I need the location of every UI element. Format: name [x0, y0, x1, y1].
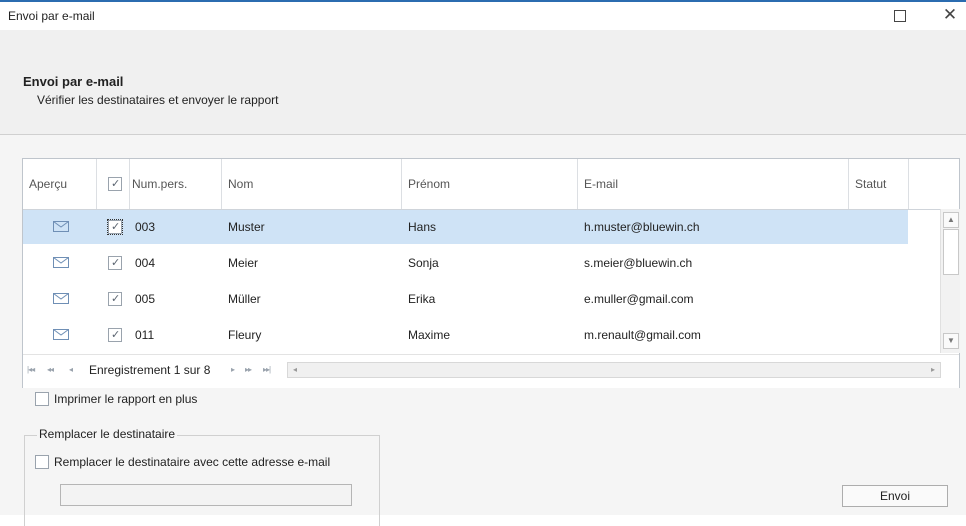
next-page-icon[interactable]: ▸▸ [245, 365, 252, 374]
scroll-left-icon[interactable]: ◂ [289, 364, 301, 376]
mail-preview-icon[interactable] [53, 257, 69, 268]
email-dialog: Envoi par e-mail ✕ Envoi par e-mail Véri… [0, 0, 966, 526]
column-num-label: Num.pers. [132, 177, 188, 191]
check-icon: ✓ [111, 178, 121, 190]
row-checkbox[interactable]: ✓ [108, 256, 122, 270]
column-email-label: E-mail [584, 177, 619, 191]
column-prenom[interactable]: Prénom [402, 159, 578, 209]
cell-email: e.muller@gmail.com [584, 292, 694, 306]
dialog-header: Envoi par e-mail Vérifier les destinatai… [0, 30, 966, 135]
select-all-checkbox[interactable]: ✓ [108, 177, 122, 191]
maximize-icon [894, 10, 906, 22]
table-row[interactable]: ✓ 011 Fleury Maxime m.renault@gmail.com [23, 318, 908, 352]
last-record-icon[interactable]: ▸▸| [263, 365, 271, 374]
column-nom[interactable]: Nom [222, 159, 402, 209]
close-button[interactable]: ✕ [940, 5, 960, 25]
record-navigator: |◂◂ ◂◂ ◂ Enregistrement 1 sur 8 ▸ ▸▸ ▸▸|… [23, 354, 959, 388]
cell-prenom: Sonja [408, 256, 439, 270]
grid-header: Aperçu ✓ Num.pers. Nom Prénom E-mail Sta… [23, 159, 959, 210]
cell-num: 004 [135, 256, 156, 270]
check-icon: ✓ [111, 221, 121, 233]
mail-preview-icon[interactable] [53, 293, 69, 304]
cell-prenom: Maxime [408, 328, 451, 342]
column-statut-label: Statut [855, 177, 887, 191]
cell-prenom: Hans [408, 220, 437, 234]
cell-num: 003 [135, 220, 156, 234]
scroll-up-icon[interactable]: ▲ [943, 212, 959, 228]
check-icon: ✓ [111, 293, 121, 305]
header-title: Envoi par e-mail [23, 74, 124, 89]
column-nom-label: Nom [228, 177, 254, 191]
scroll-down-icon[interactable]: ▼ [943, 333, 959, 349]
column-select[interactable]: ✓ [97, 159, 130, 209]
cell-nom: Meier [228, 256, 259, 270]
first-record-icon[interactable]: |◂◂ [27, 365, 35, 374]
cell-email: h.muster@bluewin.ch [584, 220, 700, 234]
record-counter: Enregistrement 1 sur 8 [89, 363, 211, 377]
cell-prenom: Erika [408, 292, 436, 306]
replace-recipient-group-label: Remplacer le destinataire [37, 427, 178, 441]
print-report-label: Imprimer le rapport en plus [54, 392, 198, 406]
row-checkbox[interactable]: ✓ [108, 328, 122, 342]
cell-nom: Fleury [228, 328, 262, 342]
check-icon: ✓ [111, 257, 121, 269]
replace-recipient-label: Remplacer le destinataire avec cette adr… [54, 455, 331, 469]
cell-nom: Müller [228, 292, 261, 306]
print-report-checkbox[interactable] [35, 392, 49, 406]
table-row[interactable]: ✓ 003 Muster Hans h.muster@bluewin.ch [23, 210, 908, 244]
mail-preview-icon[interactable] [53, 221, 69, 232]
column-apercu-label: Aperçu [29, 177, 68, 191]
previous-page-icon[interactable]: ◂◂ [47, 365, 54, 374]
replace-recipient-checkbox[interactable] [35, 455, 49, 469]
maximize-button[interactable] [890, 6, 910, 26]
window-title: Envoi par e-mail [8, 9, 95, 23]
previous-record-icon[interactable]: ◂ [69, 365, 73, 374]
scroll-right-icon[interactable]: ▸ [927, 364, 939, 376]
send-button[interactable]: Envoi [842, 485, 948, 507]
cell-num: 005 [135, 292, 156, 306]
next-record-icon[interactable]: ▸ [231, 365, 235, 374]
row-checkbox[interactable]: ✓ [107, 219, 123, 235]
cell-nom: Muster [228, 220, 265, 234]
row-checkbox[interactable]: ✓ [108, 292, 122, 306]
close-icon: ✕ [942, 5, 958, 24]
check-icon: ✓ [111, 329, 121, 341]
dialog-body: Aperçu ✓ Num.pers. Nom Prénom E-mail Sta… [0, 135, 966, 526]
column-email[interactable]: E-mail [578, 159, 849, 209]
vertical-scrollbar[interactable]: ▲ ▼ [940, 209, 960, 353]
column-prenom-label: Prénom [408, 177, 451, 191]
column-apercu[interactable]: Aperçu [23, 159, 97, 209]
cell-num: 011 [135, 328, 155, 342]
header-subtitle: Vérifier les destinataires et envoyer le… [37, 93, 279, 107]
table-row[interactable]: ✓ 004 Meier Sonja s.meier@bluewin.ch [23, 246, 908, 280]
column-statut[interactable]: Statut [849, 159, 909, 209]
table-row[interactable]: ✓ 005 Müller Erika e.muller@gmail.com [23, 282, 908, 316]
cell-email: m.renault@gmail.com [584, 328, 701, 342]
title-bar: Envoi par e-mail ✕ [0, 2, 966, 30]
mail-preview-icon[interactable] [53, 329, 69, 340]
replacement-email-input[interactable] [60, 484, 352, 506]
recipients-grid: Aperçu ✓ Num.pers. Nom Prénom E-mail Sta… [22, 158, 960, 388]
column-num[interactable]: Num.pers. [130, 159, 222, 209]
replace-recipient-group: Remplacer le destinataire [24, 427, 380, 526]
horizontal-scrollbar[interactable]: ◂ ▸ [287, 362, 941, 378]
cell-email: s.meier@bluewin.ch [584, 256, 693, 270]
scroll-thumb[interactable] [943, 229, 959, 275]
